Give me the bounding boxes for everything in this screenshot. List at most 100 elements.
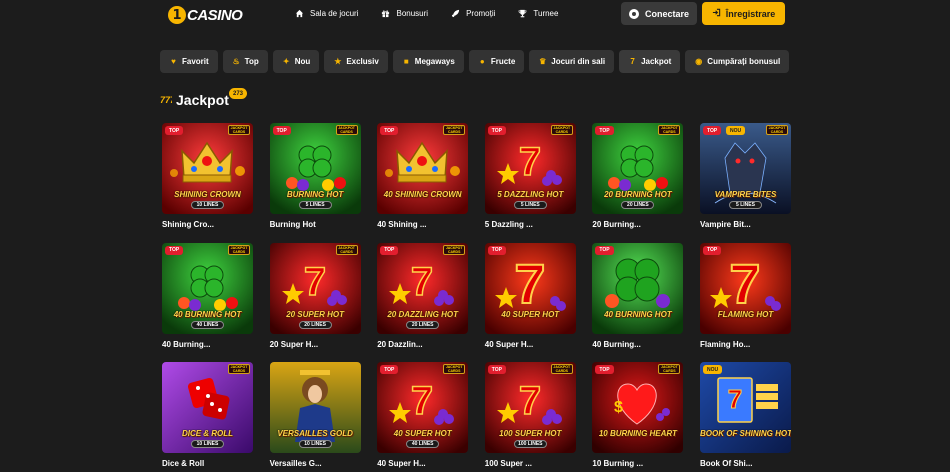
game-thumbnail[interactable]: 40 SHINING CROWN TOP JACKPOT CARDS xyxy=(377,123,469,214)
jackpot-cards-badge: JACKPOT CARDS xyxy=(443,125,466,135)
jackpot-icon: 7 xyxy=(630,57,635,66)
game-thumbnail[interactable]: 7 40 SUPER HOT TOP xyxy=(484,242,576,334)
game-name[interactable]: Book Of Shi... xyxy=(700,459,752,468)
game-name[interactable]: 40 Burning... xyxy=(592,340,640,349)
game-artwork-title: 40 SUPER HOT xyxy=(393,429,452,438)
section-title: Jackpot xyxy=(176,92,229,108)
nav-item-bonusuri[interactable]: Bonusuri xyxy=(380,8,428,18)
game-thumbnail[interactable]: 40 BURNING HOT 40 LINES TOP JACKPOT CARDS xyxy=(162,242,253,334)
top-badge: TOP xyxy=(272,126,291,135)
game-thumbnail[interactable]: DICE & ROLL 10 LINES JACKPOT CARDS xyxy=(162,362,253,453)
lines-badge: 5 LINES xyxy=(298,201,332,209)
login-button[interactable]: Conectare xyxy=(621,2,697,25)
jackpot-badge-line: CARDS xyxy=(770,130,784,134)
jackpot-badge-line: CARDS xyxy=(663,130,676,134)
game-name[interactable]: 20 Dazzlin... xyxy=(377,340,422,349)
game-name[interactable]: Flaming Ho... xyxy=(700,340,750,349)
game-name[interactable]: Vampire Bit... xyxy=(700,220,751,229)
nav-item-promotii[interactable]: Promoții xyxy=(450,8,495,18)
fire-icon: ♨ xyxy=(232,57,240,66)
game-thumbnail[interactable]: 20 BURNING HOT 20 LINES TOP JACKPOT CARDS xyxy=(592,123,684,214)
lines-badge: 10 LINES xyxy=(298,440,332,448)
category-tab-jackpot[interactable]: 7 Jackpot xyxy=(619,50,681,73)
megaways-icon: ■ xyxy=(403,57,409,66)
category-tab-top[interactable]: ♨ Top xyxy=(222,50,268,73)
category-tab-cumpărați-bonusul[interactable]: ◉ Cumpărați bonusul xyxy=(685,50,790,73)
game-thumbnail[interactable]: 7 100 SUPER HOT 100 LINES TOP JACKPOT CARDS xyxy=(484,362,576,453)
lines-badge: 10 LINES xyxy=(191,440,224,448)
category-tab-megaways[interactable]: ■ Megaways xyxy=(392,50,464,73)
game-name[interactable]: Dice & Roll xyxy=(162,459,204,468)
nav-item-sala-de-jocuri[interactable]: Sala de jocuri xyxy=(294,8,358,18)
lines-badge: 40 LINES xyxy=(406,440,440,448)
category-tab-favorit[interactable]: ♥ Favorit xyxy=(160,50,218,73)
lines-badge: 20 LINES xyxy=(298,320,332,329)
game-artwork-title: 5 DAZZLING HOT xyxy=(497,190,564,199)
game-thumbnail[interactable]: 7 20 SUPER HOT 20 LINES JACKPOT CARDS xyxy=(269,242,361,334)
game-name[interactable]: 10 Burning ... xyxy=(592,459,643,468)
game-thumbnail[interactable]: $10 BURNING HEART TOP JACKPOT CARDS xyxy=(592,362,684,453)
register-label: Înregistrare xyxy=(725,8,776,19)
jackpot-badge-line: CARDS xyxy=(447,249,461,254)
category-tab-jocuri-din-sali[interactable]: ♛ Jocuri din sali xyxy=(529,50,615,73)
game-artwork-title: 40 BURNING HOT xyxy=(604,309,672,319)
game-name[interactable]: Versailles G... xyxy=(270,459,322,468)
game-thumbnail[interactable]: 40 BURNING HOT TOP xyxy=(592,242,684,334)
logo-text: CASINO xyxy=(187,6,243,24)
jackpot-cards-badge: JACKPOT CARDS xyxy=(228,244,250,255)
sparkle-icon: ✦ xyxy=(282,57,290,66)
section-heading: 777 Jackpot xyxy=(160,92,229,108)
game-thumbnail[interactable]: SHINING CROWN 10 LINES TOP JACKPOT CARDS xyxy=(162,123,253,214)
crown-icon: ♛ xyxy=(539,57,547,66)
game-name[interactable]: Shining Cro... xyxy=(162,220,214,229)
fruit-icon: ● xyxy=(479,57,485,66)
user-icon xyxy=(628,8,639,19)
game-name[interactable]: 5 Dazzling ... xyxy=(485,220,533,229)
game-name[interactable]: 20 Super H... xyxy=(270,340,318,349)
heart-icon: ♥ xyxy=(171,57,176,66)
top-badge: TOP xyxy=(487,245,506,255)
nav-item-turnee[interactable]: Turnee xyxy=(517,8,558,18)
game-thumbnail[interactable]: 7 5 DAZZLING HOT 5 LINES TOP JACKPOT CARDS xyxy=(484,123,576,214)
top-badge: TOP xyxy=(165,126,184,135)
category-tab-label: Nou xyxy=(294,57,311,66)
game-name[interactable]: 20 Burning... xyxy=(592,220,640,229)
lines-badge: 10 LINES xyxy=(191,201,224,209)
svg-text:$: $ xyxy=(614,399,623,416)
game-thumbnail[interactable]: 7 FLAMING HOT TOP xyxy=(700,242,791,334)
game-thumbnail[interactable]: 7 BOOK OF SHINING HOT NOU xyxy=(700,362,791,453)
coin-icon: ◉ xyxy=(695,57,703,66)
game-thumbnail[interactable]: 7 40 SUPER HOT 40 LINES TOP JACKPOT CARDS xyxy=(377,362,469,453)
game-thumbnail[interactable]: VAMPIRE BITES 5 LINES TOP NOU JACKPOT CARDS xyxy=(700,123,791,214)
game-name[interactable]: 100 Super ... xyxy=(485,459,532,468)
game-thumbnail[interactable]: 7 20 DAZZLING HOT 20 LINES TOP JACKPOT CARDS xyxy=(377,242,469,334)
game-name[interactable]: 40 Shining ... xyxy=(377,220,426,229)
game-name[interactable]: Burning Hot xyxy=(270,220,316,229)
category-tab-fructe[interactable]: ● Fructe xyxy=(468,50,525,73)
category-tab-exclusiv[interactable]: ★ Exclusiv xyxy=(324,50,388,73)
svg-text:777: 777 xyxy=(160,95,172,104)
category-tab-label: Jocuri din sali xyxy=(551,57,606,66)
category-tab-nou[interactable]: ✦ Nou xyxy=(272,50,320,73)
game-thumbnail[interactable]: BURNING HOT 5 LINES TOP JACKPOT CARDS xyxy=(269,123,361,214)
top-badge: TOP xyxy=(703,245,722,255)
jackpot-cards-badge: JACKPOT CARDS xyxy=(550,364,573,374)
game-name[interactable]: 40 Super H... xyxy=(377,459,425,468)
nav-label: Sala de jocuri xyxy=(310,8,359,18)
svg-text:7: 7 xyxy=(519,140,541,184)
casino-logo[interactable]: 1 CASINO xyxy=(168,5,243,25)
game-name[interactable]: 40 Super H... xyxy=(485,340,533,349)
svg-text:7: 7 xyxy=(411,260,433,304)
game-thumbnail[interactable]: VERSAILLES GOLD 10 LINES xyxy=(269,362,361,453)
game-name[interactable]: 40 Burning... xyxy=(162,340,210,349)
svg-text:7: 7 xyxy=(519,379,541,423)
jackpot-cards-badge: JACKPOT CARDS xyxy=(658,125,681,135)
game-artwork-title: SHINING CROWN xyxy=(174,190,241,199)
main-nav: Sala de jocuri Bonusuri Promoții Turnee xyxy=(294,8,580,18)
jackpot-badge-line: CARDS xyxy=(663,369,676,373)
game-artwork-title: 40 BURNING HOT xyxy=(173,309,242,319)
jackpot-badge-line: CARDS xyxy=(340,249,353,254)
gift-icon xyxy=(380,8,390,18)
register-button[interactable]: Înregistrare xyxy=(702,2,785,25)
top-badge: TOP xyxy=(595,126,614,135)
